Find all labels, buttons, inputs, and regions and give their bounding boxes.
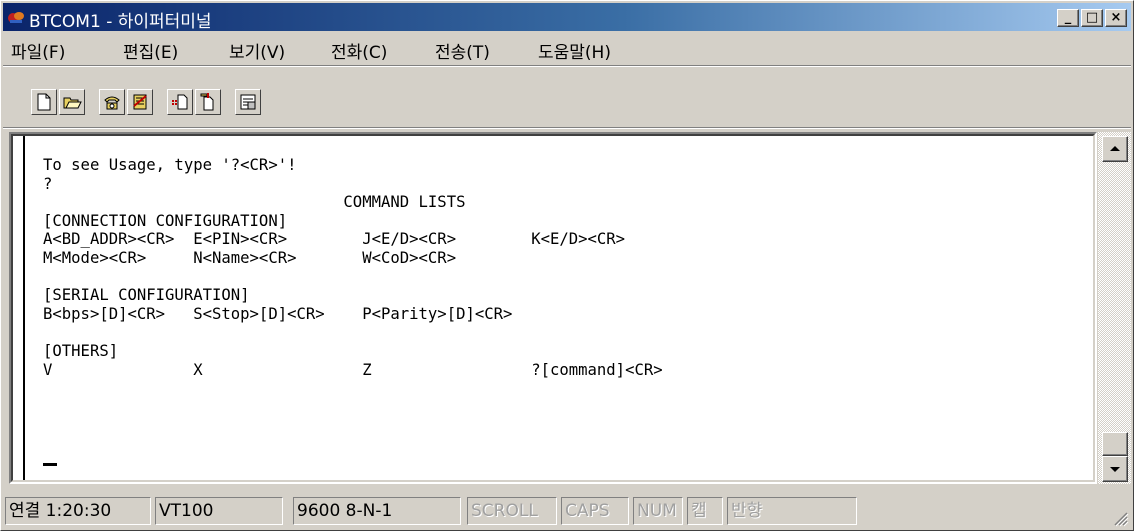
- scroll-down-button[interactable]: [1102, 456, 1128, 482]
- status-bar: 연결 1:20:30 VT100 9600 8-N-1 SCROLL CAPS …: [3, 493, 1131, 529]
- hyperterminal-window: BTCOM1 - 하이퍼터미널 _ □ × 파일(F) 편집(E) 보기(V) …: [0, 0, 1134, 531]
- terminal-line: ?: [43, 174, 53, 193]
- maximize-button[interactable]: □: [1081, 9, 1103, 27]
- terminal-frame: To see Usage, type '?<CR>'! ? COMMAND LI…: [9, 132, 1097, 484]
- maximize-icon: □: [1085, 10, 1099, 25]
- open-folder-icon: [63, 97, 82, 109]
- receive-file-button[interactable]: [195, 89, 221, 115]
- terminal-line: [SERIAL CONFIGURATION]: [43, 286, 250, 305]
- terminal-margin-line: [23, 136, 25, 480]
- menu-file[interactable]: 파일(F): [11, 38, 65, 63]
- menu-edit[interactable]: 편집(E): [123, 38, 178, 63]
- open-button[interactable]: [59, 89, 85, 115]
- terminal-screen[interactable]: To see Usage, type '?<CR>'! ? COMMAND LI…: [11, 134, 1095, 482]
- receive-file-icon: [200, 93, 214, 111]
- text-cursor: [43, 463, 57, 466]
- resize-grip-icon[interactable]: [1111, 509, 1129, 527]
- terminal-line: B<bps>[D]<CR> S<Stop>[D]<CR> P<Parity>[D…: [43, 304, 513, 323]
- properties-button[interactable]: [235, 89, 261, 115]
- close-button[interactable]: ×: [1105, 9, 1127, 27]
- menu-transfer[interactable]: 전송(T): [435, 38, 490, 63]
- new-document-button[interactable]: [31, 89, 57, 115]
- bottom-border: [9, 484, 1097, 490]
- status-num: NUM: [633, 497, 683, 525]
- hyperterminal-app-icon: [8, 12, 24, 23]
- status-scroll: SCROLL: [467, 497, 557, 525]
- call-button[interactable]: [99, 89, 125, 115]
- send-file-icon: [172, 94, 188, 110]
- menu-bar: 파일(F) 편집(E) 보기(V) 전화(C) 전송(T) 도움말(H): [3, 35, 1131, 63]
- disconnect-button[interactable]: [127, 89, 153, 115]
- new-document-icon: [37, 93, 51, 111]
- menu-separator: [3, 65, 1131, 67]
- minimize-icon: _: [1064, 10, 1072, 25]
- status-caps: CAPS: [561, 497, 629, 525]
- status-echo: 반향: [727, 497, 857, 525]
- terminal-line: M<Mode><CR> N<Name><CR> W<CoD><CR>: [43, 248, 457, 267]
- arrow-up-icon: [1110, 146, 1120, 151]
- terminal-line: [CONNECTION CONFIGURATION]: [43, 211, 288, 230]
- minimize-button[interactable]: _: [1057, 9, 1079, 27]
- terminal-line: A<BD_ADDR><CR> E<PIN><CR> J<E/D><CR> K<E…: [43, 230, 626, 249]
- terminal-line: To see Usage, type '?<CR>'!: [43, 156, 297, 174]
- menu-view[interactable]: 보기(V): [229, 38, 285, 63]
- status-emulation: VT100: [155, 497, 283, 525]
- toolbar-separator: [3, 127, 1131, 129]
- properties-icon: [240, 94, 256, 110]
- disconnect-icon: [133, 94, 147, 110]
- menu-help[interactable]: 도움말(H): [538, 38, 611, 63]
- terminal-line: V X Z ?[command]<CR>: [43, 360, 663, 379]
- arrow-down-icon: [1110, 467, 1120, 472]
- window-title: BTCOM1 - 하이퍼터미널: [29, 12, 212, 32]
- terminal-line: [OTHERS]: [43, 341, 119, 360]
- toolbar: [3, 71, 1131, 121]
- vertical-scrollbar[interactable]: [1097, 132, 1131, 484]
- scroll-up-button[interactable]: [1102, 136, 1128, 162]
- status-connection-time: 연결 1:20:30: [5, 497, 151, 525]
- status-kor: 캡: [687, 497, 723, 525]
- close-icon: ×: [1110, 10, 1122, 25]
- scroll-thumb[interactable]: [1102, 432, 1128, 456]
- terminal-line: COMMAND LISTS: [43, 193, 466, 212]
- menu-call[interactable]: 전화(C): [331, 38, 387, 63]
- send-file-button[interactable]: [167, 89, 193, 115]
- terminal-output: To see Usage, type '?<CR>'! ? COMMAND LI…: [43, 156, 663, 379]
- title-bar[interactable]: BTCOM1 - 하이퍼터미널 _ □ ×: [3, 3, 1131, 32]
- call-icon: [104, 96, 120, 110]
- status-port-settings: 9600 8-N-1: [293, 497, 461, 525]
